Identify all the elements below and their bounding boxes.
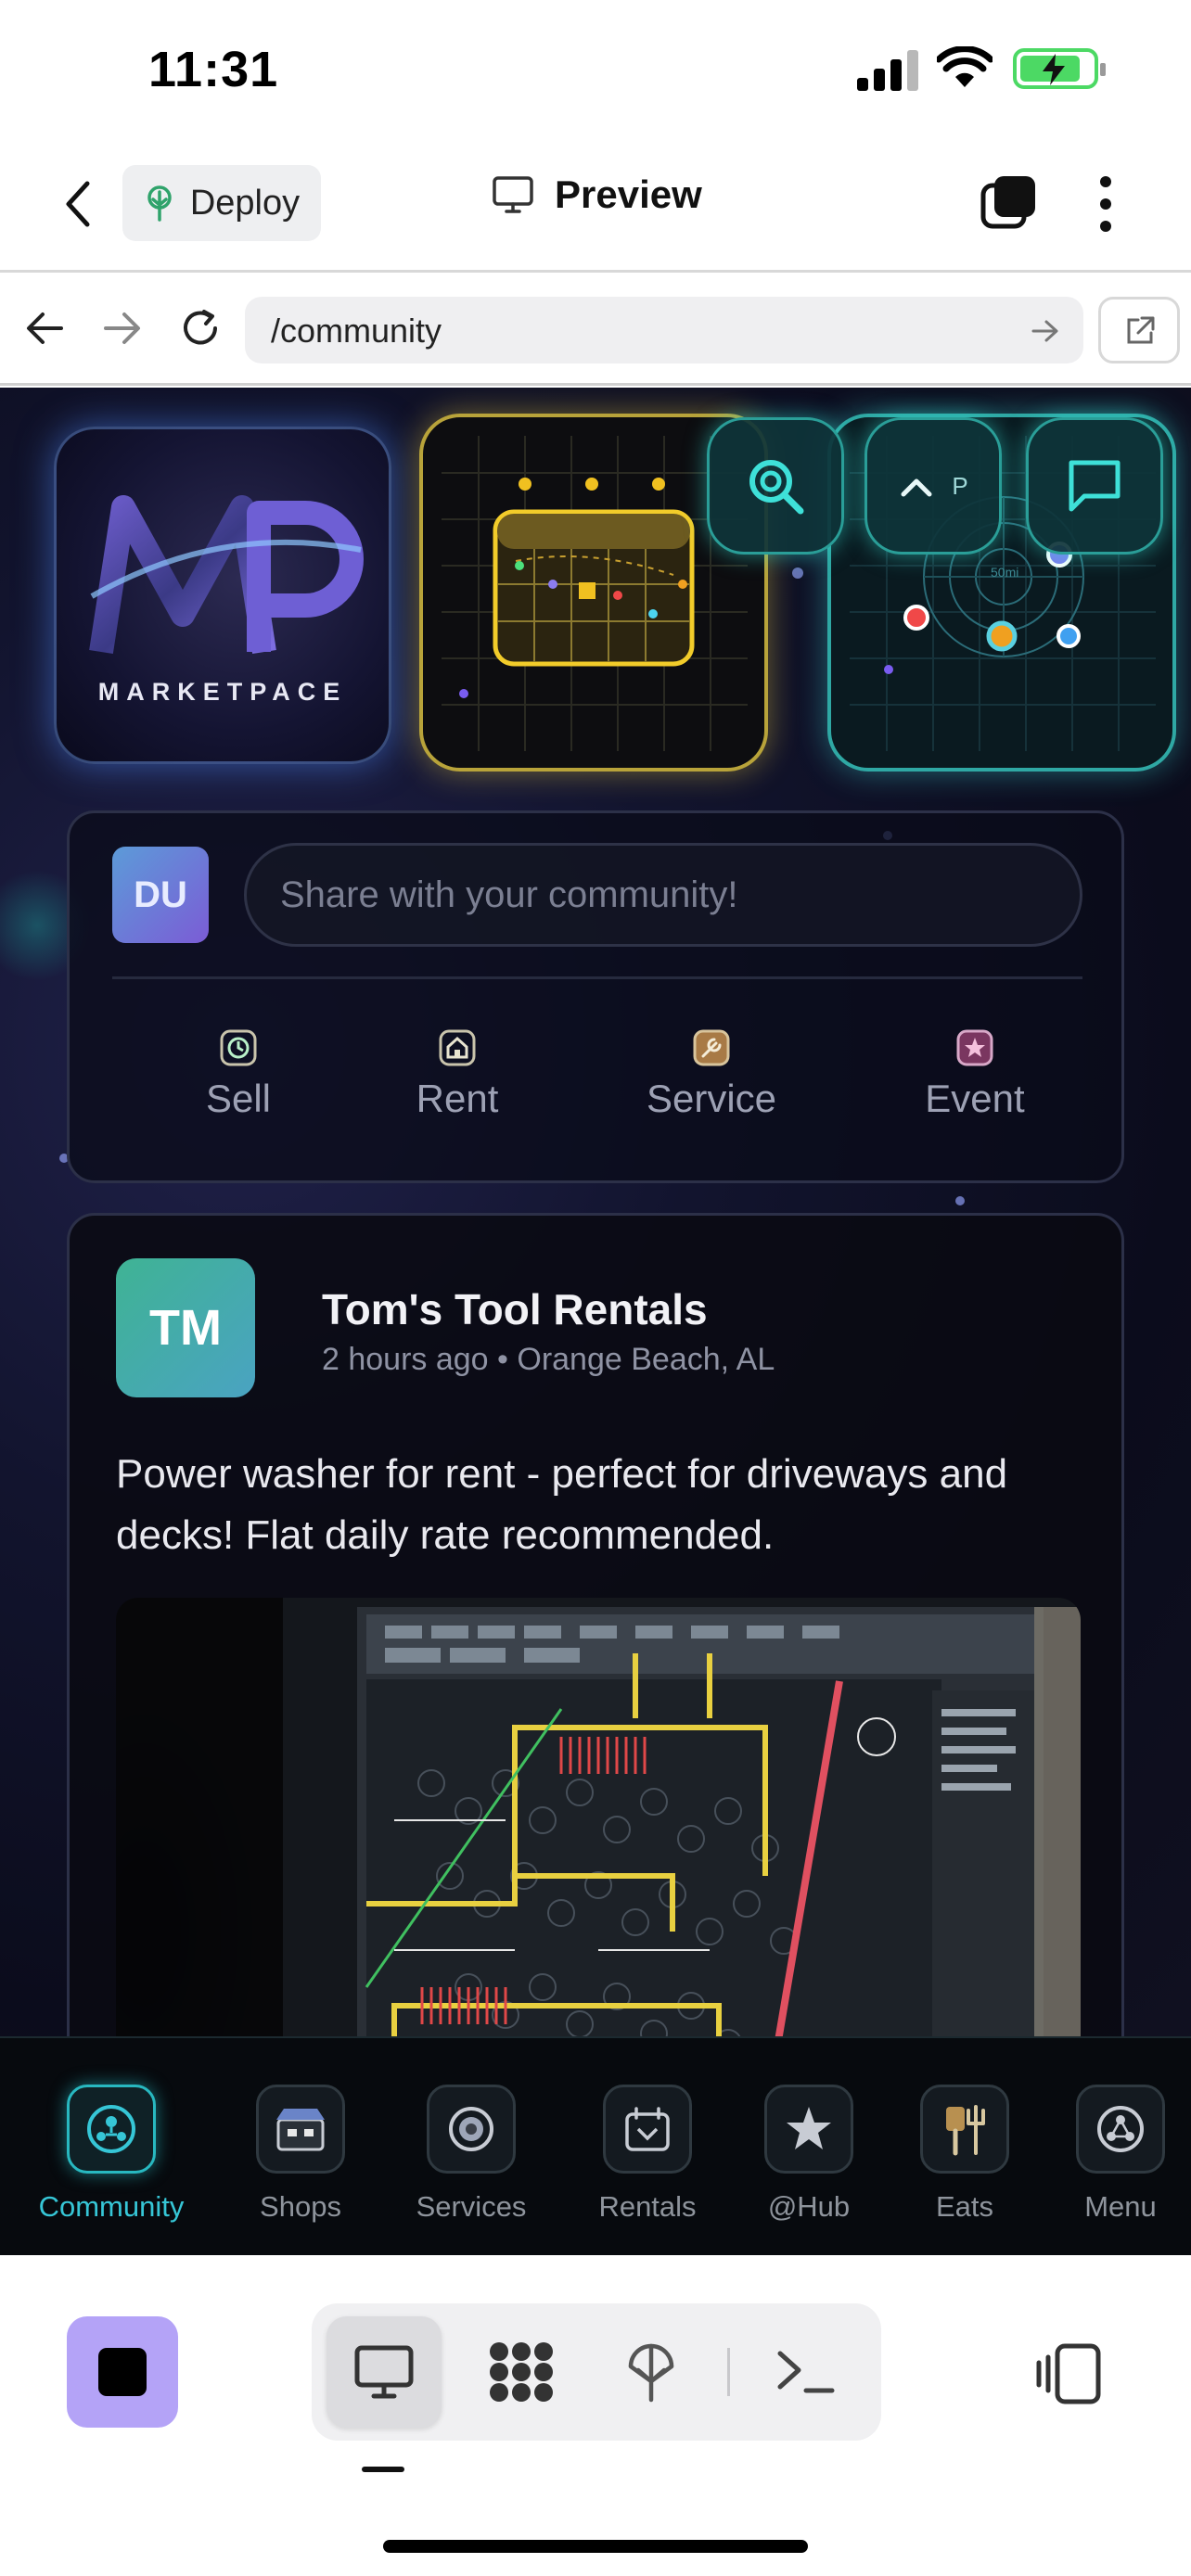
- nav-label: Menu: [1084, 2190, 1157, 2223]
- rent-action-button[interactable]: Rent: [355, 1028, 559, 1121]
- stop-icon: [98, 2348, 147, 2396]
- marketpace-logo-icon: [89, 495, 364, 654]
- nav-label: Eats: [935, 2190, 994, 2223]
- house-icon: [439, 1029, 476, 1066]
- star-icon: [956, 1029, 993, 1066]
- post-body: Power washer for rent - perfect for driv…: [116, 1451, 1008, 1558]
- ambient-particle: [955, 1196, 965, 1205]
- post-meta: 2 hours ago • Orange Beach, AL: [322, 1342, 775, 1377]
- menu-network-icon: [1076, 2085, 1165, 2174]
- device-rotate-icon[interactable]: [1033, 2340, 1104, 2407]
- service-label: Service: [646, 1077, 777, 1120]
- nav-label: Services: [416, 2190, 527, 2223]
- rentals-icon: [603, 2085, 692, 2174]
- search-icon: [749, 460, 804, 515]
- bottom-nav: Community Shops Services Rentals @Hub Ea…: [0, 2036, 1191, 2255]
- terminal-mode-button[interactable]: [748, 2316, 863, 2428]
- nav-menu[interactable]: Menu: [1046, 2085, 1191, 2224]
- nav-label: Shops: [260, 2190, 341, 2223]
- browser-forward-icon[interactable]: [102, 310, 143, 347]
- external-link-icon: [1127, 316, 1155, 344]
- ambient-particle: [792, 567, 803, 579]
- browser-back-icon[interactable]: [24, 310, 65, 347]
- shop-icon: [256, 2085, 345, 2174]
- event-label: Event: [925, 1077, 1025, 1120]
- composer-card: DU Share with your community! Sell Rent: [67, 810, 1124, 1183]
- hub-star-icon: [764, 2085, 853, 2174]
- url-text: /community: [271, 312, 442, 350]
- marketpace-logo-tile[interactable]: MARKETPACE: [54, 427, 391, 764]
- mode-switcher: [312, 2303, 881, 2441]
- back-chevron-icon[interactable]: [59, 178, 96, 230]
- clock-icon: [220, 1029, 257, 1066]
- status-time: 11:31: [148, 42, 279, 97]
- sell-action-button[interactable]: Sell: [136, 1028, 340, 1121]
- editor-toolbar: [0, 2255, 1191, 2576]
- webview: MARKETPACE 50mi P DU Share with your com…: [0, 388, 1191, 2036]
- deploy-button[interactable]: Deploy: [122, 165, 321, 241]
- user-avatar[interactable]: DU: [112, 847, 209, 943]
- tabs-switcher-icon[interactable]: [980, 172, 1039, 232]
- nav-label: Rentals: [598, 2190, 697, 2223]
- profile-letter: P: [952, 471, 968, 500]
- chat-button[interactable]: [1026, 417, 1163, 555]
- stop-button[interactable]: [67, 2316, 178, 2428]
- open-external-button[interactable]: [1098, 297, 1180, 363]
- logo-wordmark: MARKETPACE: [97, 678, 348, 706]
- chat-icon: [1069, 460, 1121, 512]
- deploy-tree-icon: [628, 2343, 674, 2403]
- utensils-icon: [920, 2085, 1009, 2174]
- deploy-mode-button[interactable]: [594, 2316, 709, 2428]
- search-button[interactable]: [707, 417, 844, 555]
- chevron-up-icon: [901, 478, 932, 497]
- nav-shops[interactable]: Shops: [226, 2085, 375, 2224]
- preview-mode-button[interactable]: [327, 2316, 442, 2428]
- post-card[interactable]: TM Tom's Tool Rentals 2 hours ago • Oran…: [67, 1213, 1124, 2036]
- home-indicator: [383, 2540, 808, 2553]
- nav-community[interactable]: Community: [37, 2085, 186, 2224]
- nav-rentals[interactable]: Rentals: [573, 2085, 722, 2224]
- nav-hub[interactable]: @Hub: [735, 2085, 883, 2224]
- deploy-tree-icon: [147, 185, 172, 222]
- reload-icon[interactable]: [178, 306, 223, 351]
- post-author[interactable]: Tom's Tool Rentals: [322, 1284, 708, 1334]
- wrench-icon: [693, 1029, 730, 1066]
- wifi-icon: [937, 46, 992, 87]
- nav-services[interactable]: Services: [397, 2085, 545, 2224]
- url-field[interactable]: /community: [245, 297, 1083, 363]
- preview-label: Preview: [555, 172, 702, 216]
- composer-divider: [112, 976, 1082, 979]
- services-icon: [427, 2085, 516, 2174]
- terminal-icon: [777, 2351, 835, 2393]
- share-input[interactable]: Share with your community!: [244, 843, 1082, 947]
- monitor-icon: [354, 2345, 414, 2399]
- sell-label: Sell: [205, 1077, 272, 1120]
- profile-collapse-button[interactable]: P: [864, 417, 1002, 555]
- post-image[interactable]: [116, 1598, 1081, 2036]
- mode-divider: [727, 2348, 730, 2396]
- service-action-button[interactable]: Service: [609, 1028, 813, 1121]
- go-arrow-icon[interactable]: [1031, 319, 1059, 343]
- active-mode-indicator: [362, 2467, 404, 2472]
- battery-icon: [1013, 48, 1106, 89]
- preview-title[interactable]: Preview: [492, 172, 702, 217]
- grid-blob-icon: [490, 2342, 553, 2402]
- radar-range-label: 50mi: [991, 565, 1018, 580]
- browser-bar: /community: [0, 273, 1191, 386]
- app-header: Deploy Preview: [0, 139, 1191, 273]
- more-vertical-icon[interactable]: [1095, 174, 1117, 234]
- cellular-signal-icon: [857, 48, 918, 91]
- nav-label: @Hub: [767, 2190, 851, 2223]
- community-icon: [67, 2085, 156, 2174]
- apps-mode-button[interactable]: [464, 2316, 579, 2428]
- rent-label: Rent: [416, 1077, 499, 1120]
- nav-label: Community: [38, 2190, 185, 2223]
- nav-eats[interactable]: Eats: [890, 2085, 1039, 2224]
- status-bar: 11:31: [0, 0, 1191, 139]
- cad-blueprint-image: [116, 1598, 1081, 2036]
- event-action-button[interactable]: Event: [873, 1028, 1077, 1121]
- deploy-label: Deploy: [189, 183, 301, 223]
- monitor-icon: [493, 176, 533, 213]
- author-avatar[interactable]: TM: [116, 1258, 255, 1397]
